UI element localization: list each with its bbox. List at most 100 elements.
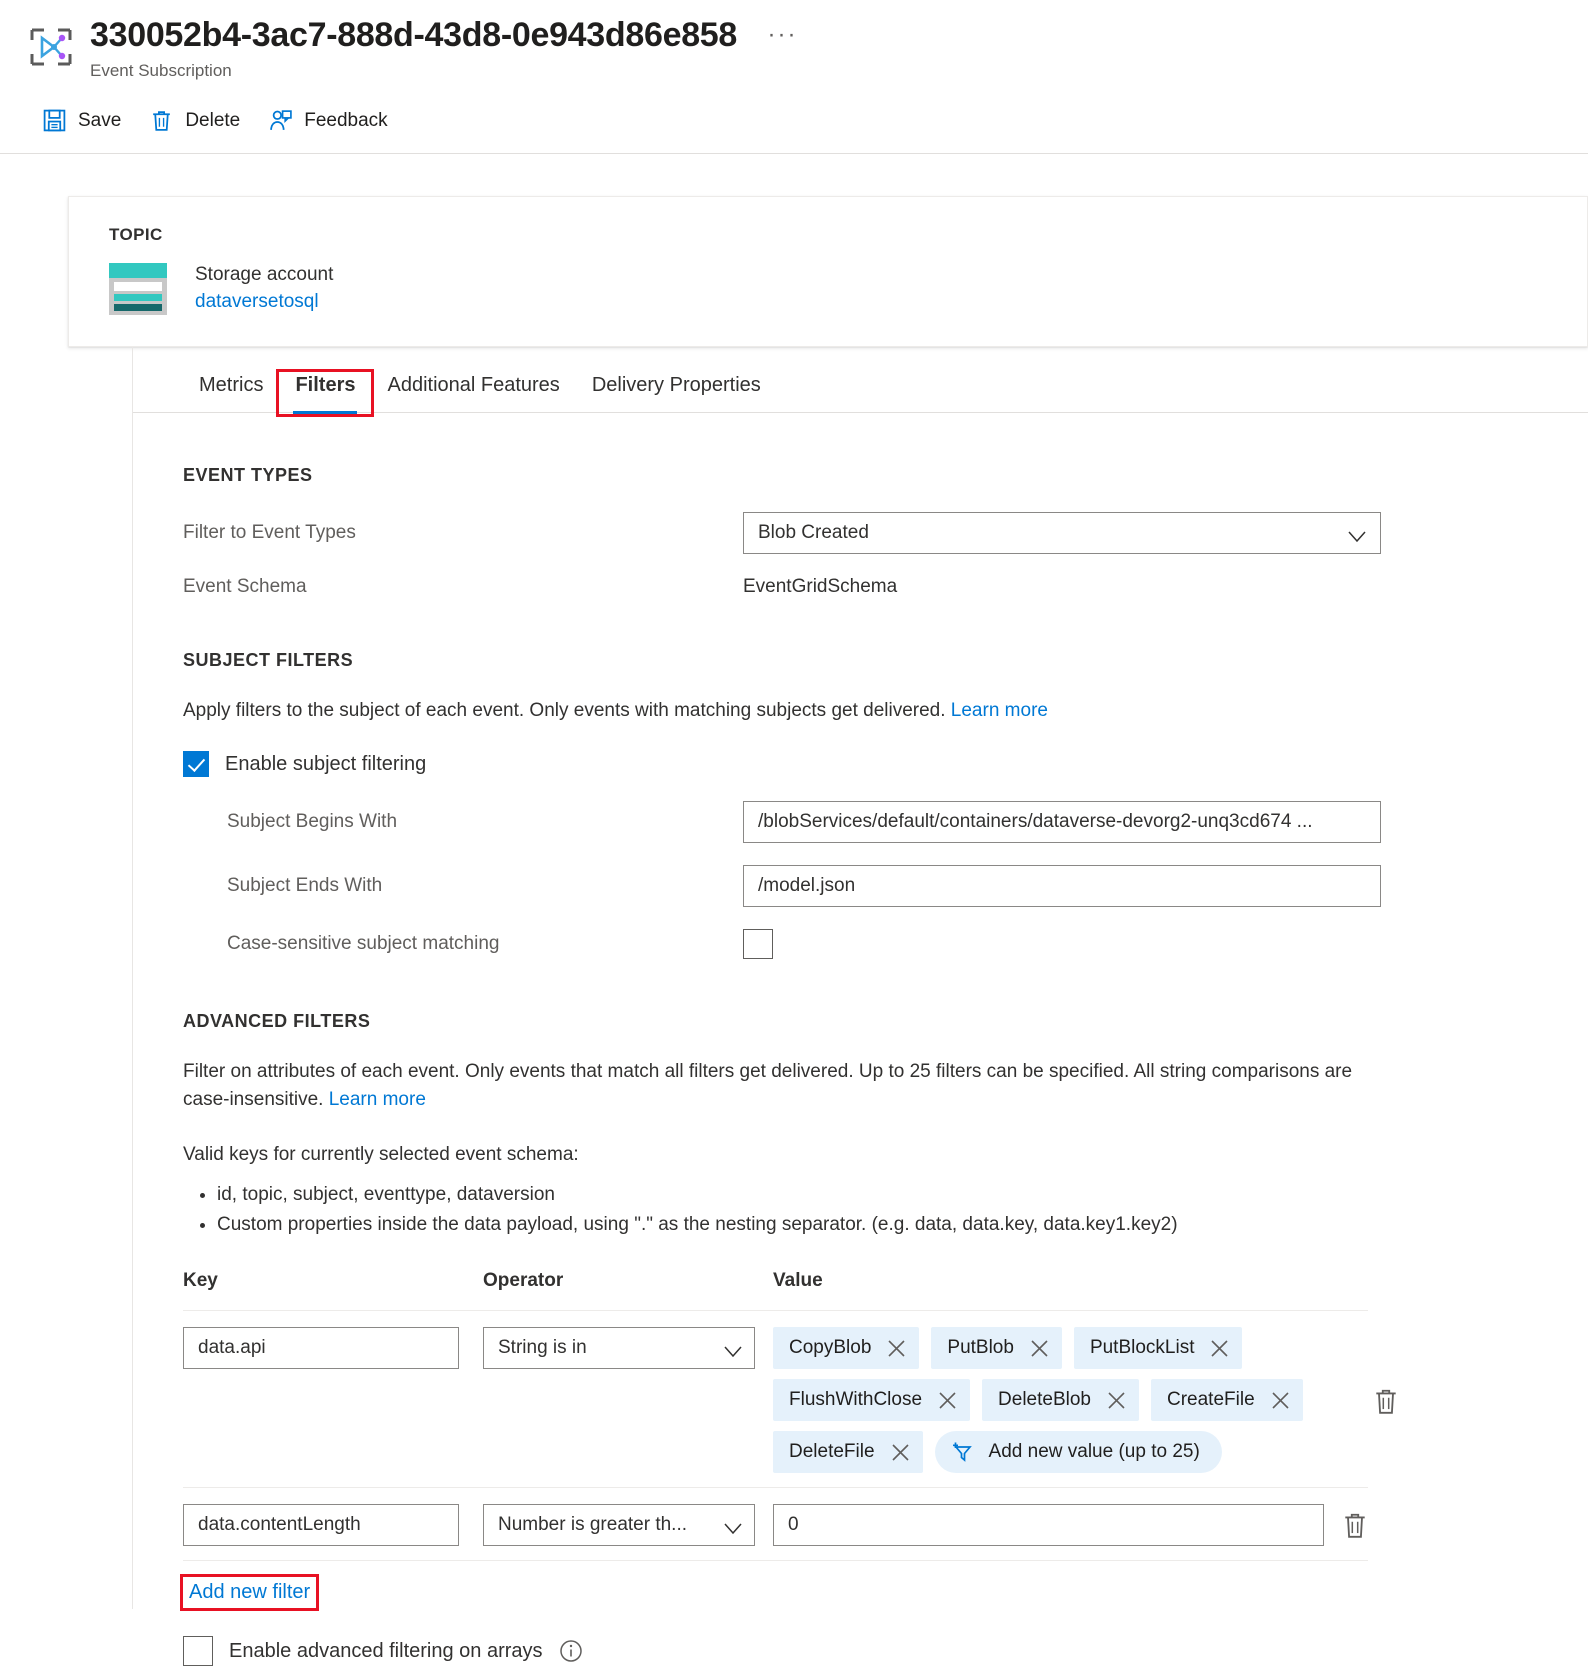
filter-key-cell: data.api <box>183 1327 483 1369</box>
enable-arrays-label: Enable advanced filtering on arrays <box>229 1639 543 1662</box>
filter-key-input[interactable]: data.contentLength <box>183 1504 459 1546</box>
filter-operator-value: Number is greater th... <box>498 1514 688 1535</box>
page-header: 330052b4-3ac7-888d-43d8-0e943d86e858 ···… <box>0 0 1588 154</box>
storage-account-icon <box>109 262 167 315</box>
column-header-operator: Operator <box>483 1270 564 1291</box>
feedback-button[interactable]: Feedback <box>262 104 399 137</box>
remove-chip-icon[interactable] <box>891 1443 910 1462</box>
tab-filters[interactable]: Filters <box>276 369 375 417</box>
filter-operator-value: String is in <box>498 1337 587 1358</box>
filter-key-value: data.contentLength <box>198 1514 361 1535</box>
chevron-down-icon <box>1348 527 1366 543</box>
value-chip: CreateFile <box>1151 1379 1303 1421</box>
remove-chip-icon[interactable] <box>1030 1339 1049 1358</box>
list-item: id, topic, subject, eventtype, dataversi… <box>217 1180 1588 1210</box>
remove-chip-icon[interactable] <box>1107 1391 1126 1410</box>
value-chip: DeleteFile <box>773 1431 923 1473</box>
advanced-filters-heading: ADVANCED FILTERS <box>183 1011 371 1031</box>
trash-icon <box>149 108 174 133</box>
filter-key-input[interactable]: data.api <box>183 1327 459 1369</box>
filter-to-event-types-row: Filter to Event Types Blob Created <box>183 512 1588 554</box>
content-panel: Metrics Filters Additional Features Deli… <box>132 347 1588 1666</box>
column-header-value: Value <box>773 1270 823 1291</box>
remove-chip-icon[interactable] <box>938 1391 957 1410</box>
delete-filter-trash-icon[interactable] <box>1342 1511 1368 1539</box>
enable-subject-filtering-row: Enable subject filtering <box>183 751 1588 777</box>
table-row: data.api String is in CopyBlob PutBlob P… <box>183 1310 1396 1487</box>
subject-ends-with-value: /model.json <box>758 875 856 896</box>
remove-chip-icon[interactable] <box>1271 1391 1290 1410</box>
topic-card-body: Storage account dataversetosql <box>109 261 1587 316</box>
event-schema-value: EventGridSchema <box>743 576 898 597</box>
topic-card-label: TOPIC <box>109 225 163 244</box>
subject-ends-with-input[interactable]: /model.json <box>743 865 1381 907</box>
event-subscription-icon <box>28 24 74 70</box>
table-row: data.contentLength Number is greater th.… <box>183 1487 1368 1561</box>
filter-value-cell: 0 <box>773 1504 1368 1546</box>
more-options-button[interactable]: ··· <box>767 14 797 56</box>
tab-metrics[interactable]: Metrics <box>183 372 279 412</box>
event-types-heading: EVENT TYPES <box>183 465 313 485</box>
case-sensitive-label: Case-sensitive subject matching <box>227 933 500 954</box>
chevron-down-icon <box>724 1519 742 1535</box>
title-row: 330052b4-3ac7-888d-43d8-0e943d86e858 ···… <box>0 14 1588 82</box>
tab-additional-features[interactable]: Additional Features <box>371 372 575 412</box>
save-button[interactable]: Save <box>36 104 133 137</box>
event-schema-row: Event Schema EventGridSchema <box>183 576 1588 598</box>
page-title: 330052b4-3ac7-888d-43d8-0e943d86e858 <box>90 16 738 54</box>
subject-begins-with-input[interactable]: /blobServices/default/containers/dataver… <box>743 801 1381 843</box>
filter-operator-select[interactable]: Number is greater th... <box>483 1504 755 1546</box>
filter-to-event-types-select[interactable]: Blob Created <box>743 512 1381 554</box>
valid-keys-list: id, topic, subject, eventtype, dataversi… <box>183 1180 1588 1240</box>
delete-button[interactable]: Delete <box>143 104 252 137</box>
chip-label: CopyBlob <box>789 1337 872 1358</box>
subject-begins-with-label: Subject Begins With <box>227 811 398 832</box>
enable-arrays-row: Enable advanced filtering on arrays <box>183 1636 1368 1666</box>
add-new-value-button[interactable]: Add new value (up to 25) <box>934 1431 1222 1473</box>
tab-delivery-properties[interactable]: Delivery Properties <box>576 372 777 412</box>
advanced-filters-learn-more-link[interactable]: Learn more <box>329 1089 426 1110</box>
filter-value-input[interactable]: 0 <box>773 1504 1324 1546</box>
subject-filters-description-text: Apply filters to the subject of each eve… <box>183 700 951 721</box>
enable-subject-filtering-label: Enable subject filtering <box>225 752 427 775</box>
add-new-filter-link[interactable]: Add new filter <box>179 1574 320 1611</box>
command-bar: Save Delete Feedback <box>0 82 1588 154</box>
value-chip: DeleteBlob <box>982 1379 1139 1421</box>
case-sensitive-row: Case-sensitive subject matching <box>183 929 1588 959</box>
title-block: 330052b4-3ac7-888d-43d8-0e943d86e858 ···… <box>90 14 797 82</box>
topic-resource-link[interactable]: dataversetosql <box>195 288 319 316</box>
add-new-value-label: Add new value (up to 25) <box>988 1441 1200 1462</box>
add-filter-value-icon <box>951 1441 975 1463</box>
value-chip: PutBlob <box>931 1327 1062 1369</box>
feedback-label: Feedback <box>304 109 388 131</box>
subject-filters-learn-more-link[interactable]: Learn more <box>951 700 1048 721</box>
filter-operator-select[interactable]: String is in <box>483 1327 755 1369</box>
filter-key-value: data.api <box>198 1337 266 1358</box>
remove-chip-icon[interactable] <box>887 1339 906 1358</box>
enable-arrays-checkbox[interactable] <box>183 1636 213 1666</box>
enable-subject-filtering-checkbox[interactable] <box>183 751 209 777</box>
subject-ends-with-row: Subject Ends With /model.json <box>183 865 1588 907</box>
filter-value-cell: CopyBlob PutBlob PutBlockList FlushWithC… <box>773 1327 1399 1473</box>
remove-chip-icon[interactable] <box>1210 1339 1229 1358</box>
chip-label: FlushWithClose <box>789 1389 923 1410</box>
value-chip: PutBlockList <box>1073 1327 1243 1369</box>
filter-value-text: 0 <box>788 1514 799 1535</box>
delete-filter-cell <box>1373 1327 1399 1415</box>
chip-label: DeleteBlob <box>998 1389 1091 1410</box>
subject-filters-description: Apply filters to the subject of each eve… <box>183 697 1363 725</box>
filters-panel: EVENT TYPES Filter to Event Types Blob C… <box>133 465 1588 1666</box>
value-chip: FlushWithClose <box>773 1379 971 1421</box>
chip-label: DeleteFile <box>789 1441 875 1462</box>
value-chip: CopyBlob <box>773 1327 920 1369</box>
subject-begins-with-value: /blobServices/default/containers/dataver… <box>758 811 1313 832</box>
add-new-filter-wrap: Add new filter <box>179 1574 320 1611</box>
filter-operator-cell: String is in <box>483 1327 773 1369</box>
event-schema-label: Event Schema <box>183 576 307 597</box>
case-sensitive-checkbox[interactable] <box>743 929 773 959</box>
feedback-person-icon <box>268 108 293 133</box>
topic-text: Storage account dataversetosql <box>195 261 333 316</box>
delete-filter-trash-icon[interactable] <box>1373 1387 1399 1415</box>
info-icon[interactable] <box>559 1639 583 1663</box>
topic-kind: Storage account <box>195 264 334 285</box>
